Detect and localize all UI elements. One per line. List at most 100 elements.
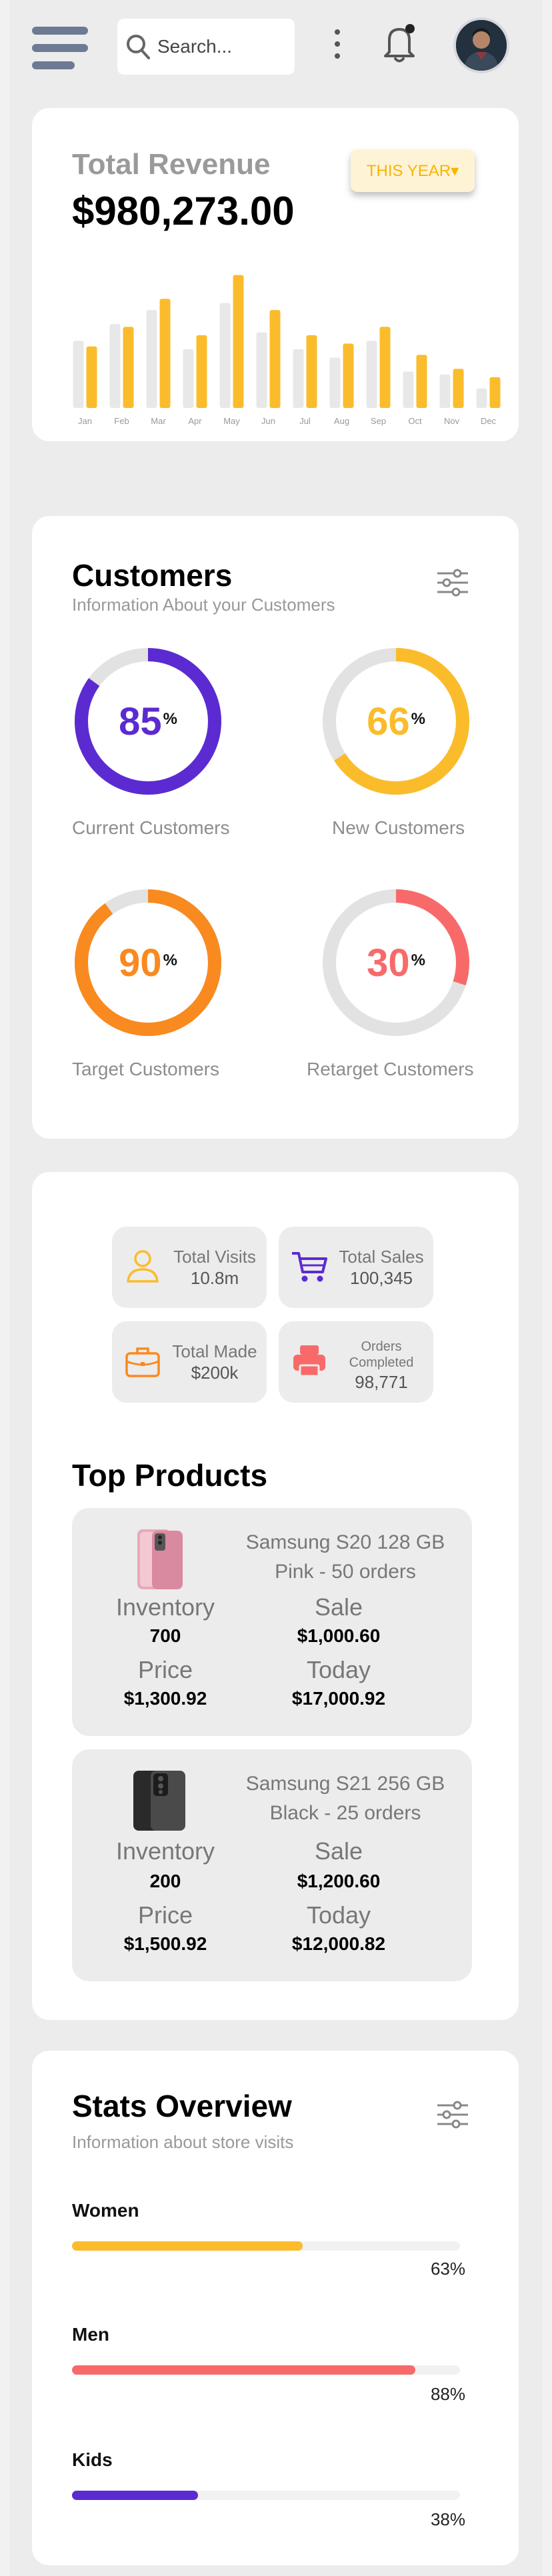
today-label: Today [306, 1656, 371, 1683]
top-bar [9, 0, 543, 93]
tile-total-sales[interactable]: Total Sales 100,345 [279, 1227, 433, 1308]
x-tick-label: Feb [114, 416, 129, 426]
product-name: Samsung S21 256 GB [245, 1773, 445, 1795]
stats-subtitle: Information about store visits [72, 2132, 294, 2152]
stat-percent: 38% [430, 2509, 465, 2529]
avatar-photo [456, 20, 507, 71]
stat-percent: 88% [430, 2384, 465, 2404]
ring-value: 30% [319, 885, 473, 1040]
revenue-bar-chart: Jan Feb Mar Apr May Jun Jul Aug Sep Oct Nov Dec [73, 275, 501, 426]
percent-sign: % [163, 951, 177, 969]
bar-apr-primary [196, 335, 207, 408]
product-item[interactable]: Samsung S20 128 GB Pink - 50 orders Inve… [72, 1508, 472, 1736]
percent-sign: % [411, 710, 425, 728]
dashboard-page: Total Revenue $980,273.00 THIS YEAR▾ Jan… [9, 0, 543, 2576]
filter-settings-icon[interactable] [436, 2100, 469, 2129]
x-tick-label: May [223, 416, 240, 426]
customers-title: Customers [72, 558, 233, 593]
ring-retarget-customers: 30% [319, 885, 473, 1040]
filter-settings-icon[interactable] [436, 568, 469, 597]
bar-jun-primary [269, 310, 281, 408]
stat-label: Women [72, 2200, 139, 2221]
today-label: Today [306, 1901, 371, 1929]
bar-aug-secondary [329, 357, 341, 408]
revenue-card: Total Revenue $980,273.00 THIS YEAR▾ Jan… [32, 108, 519, 441]
tile-orders-completed[interactable]: Orders Completed 98,771 [279, 1321, 433, 1403]
tile-total-visits[interactable]: Total Visits 10.8m [112, 1227, 267, 1308]
stat-progress-bar [72, 2491, 460, 2500]
stat-label: Kids [72, 2449, 113, 2470]
ring-label: New Customers [332, 817, 465, 838]
notification-bell-icon[interactable] [380, 23, 419, 64]
x-tick-label: Mar [151, 416, 166, 426]
price-label: Price [137, 1901, 193, 1929]
tile-value: 100,345 [350, 1268, 413, 1288]
product-detail: Pink - 50 orders [275, 1561, 416, 1583]
ring-number: 90 [119, 941, 162, 985]
bar-jan-primary [86, 346, 97, 408]
more-options-icon[interactable] [331, 28, 344, 61]
period-dropdown-button[interactable]: THIS YEAR▾ [351, 149, 475, 192]
bar-aug-primary [343, 343, 354, 408]
percent-sign: % [411, 951, 425, 969]
today-value: $12,000.82 [291, 1933, 386, 1954]
bar-jul-secondary [293, 349, 304, 408]
tile-label: Total Visits [173, 1247, 256, 1267]
customers-subtitle: Information About your Customers [72, 595, 335, 615]
menu-icon[interactable] [32, 27, 88, 69]
products-card: Total Visits 10.8m Total Sales 100,345 T… [32, 1172, 519, 2020]
briefcase-icon [125, 1347, 160, 1377]
inventory-label: Inventory [115, 1837, 215, 1865]
search-input[interactable] [157, 36, 284, 57]
tile-label: Total Sales [339, 1247, 424, 1267]
printer-icon [293, 1345, 325, 1377]
stat-percent: 63% [430, 2259, 465, 2279]
today-value: $17,000.92 [291, 1688, 386, 1709]
ring-target-customers: 90% [71, 885, 225, 1040]
bar-apr-secondary [183, 349, 194, 408]
x-tick-label: Oct [408, 416, 422, 426]
ring-new-customers: 66% [319, 644, 473, 799]
sale-label: Sale [314, 1593, 363, 1621]
ring-label: Current Customers [72, 817, 230, 838]
user-avatar[interactable] [453, 17, 509, 73]
bar-feb-primary [123, 327, 134, 408]
price-value: $1,300.92 [123, 1688, 207, 1709]
x-tick-label: Aug [334, 416, 349, 426]
stat-label: Men [72, 2324, 109, 2345]
revenue-title: Total Revenue [72, 148, 271, 181]
price-value: $1,500.92 [123, 1933, 207, 1954]
ring-label: Target Customers [72, 1059, 219, 1079]
x-tick-label: Dec [481, 416, 497, 426]
product-image-black-phone [133, 1771, 185, 1831]
product-item[interactable]: Samsung S21 256 GB Black - 25 orders Inv… [72, 1749, 472, 1981]
product-detail: Black - 25 orders [269, 1802, 421, 1824]
user-icon [127, 1250, 159, 1283]
stat-progress-bar [72, 2241, 460, 2251]
ring-value: 85% [71, 644, 225, 799]
x-tick-label: Jun [261, 416, 275, 426]
x-tick-label: Jul [299, 416, 311, 426]
stat-progress-fill [72, 2491, 199, 2500]
ring-current-customers: 85% [71, 644, 225, 799]
tile-label: Orders Completed [349, 1339, 414, 1370]
tile-total-made[interactable]: Total Made $200k [112, 1321, 267, 1403]
stat-progress-fill [72, 2241, 303, 2251]
search-box[interactable] [117, 19, 295, 75]
bar-sep-secondary [366, 341, 377, 408]
inventory-value: 700 [149, 1625, 181, 1646]
bar-oct-primary [416, 355, 427, 408]
stat-progress-fill [72, 2365, 416, 2375]
bar-jan-secondary [73, 341, 84, 408]
ring-value: 90% [71, 885, 225, 1040]
sale-value: $1,200.60 [297, 1871, 381, 1891]
bar-nov-primary [453, 369, 464, 408]
stat-progress-bar [72, 2365, 460, 2375]
bar-feb-secondary [109, 324, 121, 408]
bar-mar-secondary [146, 310, 157, 408]
ring-value: 66% [319, 644, 473, 799]
ring-number: 85 [119, 699, 162, 743]
bar-jul-primary [306, 335, 317, 408]
x-tick-label: Sep [371, 416, 386, 426]
stats-title: Stats Overview [72, 2089, 292, 2123]
